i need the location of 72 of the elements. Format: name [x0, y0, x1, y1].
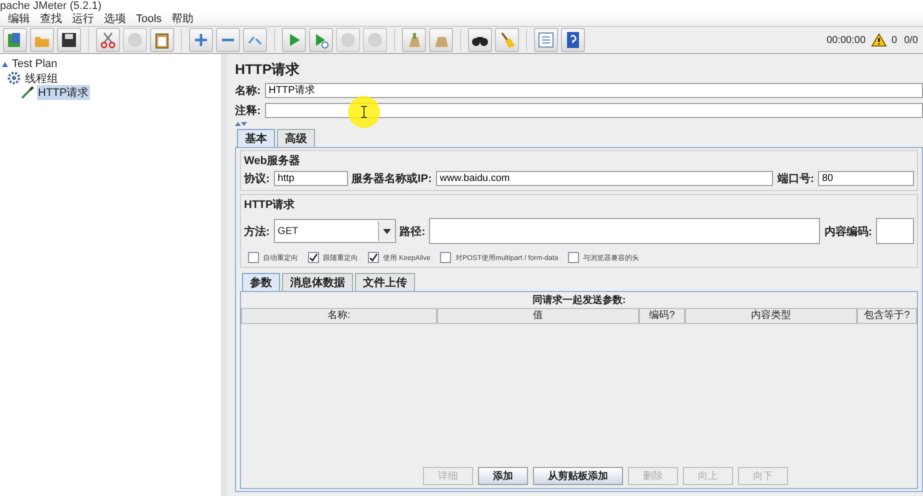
menu-item[interactable]: 编辑: [8, 13, 30, 26]
field-label: 路径:: [400, 224, 426, 238]
tree-expander-icon[interactable]: [2, 61, 8, 67]
field-label: 注释:: [235, 104, 261, 118]
gear-icon: [7, 71, 21, 85]
toolbar-button[interactable]: [150, 28, 174, 52]
checkbox[interactable]: [308, 252, 319, 263]
protocol-field[interactable]: http: [274, 170, 348, 186]
menu-item[interactable]: 运行: [72, 13, 94, 26]
help-icon: [564, 31, 582, 49]
panel-title: HTTP请求: [235, 60, 301, 79]
toolbar-button[interactable]: [468, 28, 492, 52]
column-header[interactable]: 值: [437, 308, 639, 324]
scissors-icon: [99, 31, 117, 49]
action-button[interactable]: 从剪贴板添加: [533, 467, 623, 485]
caret-icon: [382, 228, 391, 234]
group-title: Web服务器: [244, 154, 302, 168]
menu-item[interactable]: Tools: [136, 13, 162, 26]
tab[interactable]: 参数: [242, 273, 280, 291]
checkbox[interactable]: [248, 252, 259, 263]
list-icon: [537, 31, 555, 49]
stop-icon: [339, 31, 357, 49]
field-label: 名称:: [235, 84, 261, 98]
checkbox[interactable]: [440, 252, 452, 263]
group-title: HTTP请求: [244, 198, 296, 212]
check-icon: [369, 253, 378, 262]
elapsed-time: 00:00:00: [826, 34, 866, 46]
clipboard-icon: [153, 31, 171, 49]
check-icon: [309, 253, 318, 262]
tree-item[interactable]: Test Plan: [11, 58, 58, 70]
window-title: pache JMeter (5.2.1): [0, 0, 102, 13]
name-field[interactable]: HTTP请求: [264, 82, 923, 98]
menu-item[interactable]: 查找: [40, 13, 62, 26]
action-button[interactable]: 添加: [478, 467, 528, 485]
field-label: 服务器名称或IP:: [352, 172, 432, 186]
tab[interactable]: 高级: [277, 129, 315, 147]
tab[interactable]: 消息体数据: [282, 273, 353, 291]
field-label: 端口号:: [777, 172, 814, 186]
save-icon: [60, 31, 78, 49]
field-label: 协议:: [244, 172, 270, 186]
text-cursor-icon: [361, 106, 367, 118]
thread-count: 0/0: [904, 34, 918, 46]
tree-item[interactable]: HTTP请求: [37, 84, 90, 100]
column-header[interactable]: 包含等于?: [857, 308, 917, 324]
warning-icon[interactable]: [870, 33, 887, 47]
column-header[interactable]: 内容类型: [685, 308, 857, 324]
tree-item[interactable]: 线程组: [24, 70, 59, 86]
plus-icon: [192, 31, 210, 49]
checkbox[interactable]: [568, 252, 580, 263]
column-header[interactable]: 名称:: [241, 308, 437, 324]
column-header[interactable]: 编码?: [639, 308, 685, 324]
field-label: 方法:: [244, 224, 270, 238]
stop-icon: [366, 31, 384, 49]
tab[interactable]: 基本: [237, 129, 275, 147]
path-field[interactable]: [429, 218, 820, 244]
toolbar-button[interactable]: [561, 28, 585, 52]
method-dropdown[interactable]: GET: [274, 219, 396, 243]
minus-icon: [219, 38, 237, 42]
server-field[interactable]: www.baidu.com: [436, 170, 774, 186]
port-field[interactable]: 80: [818, 170, 914, 186]
field-label: 内容编码:: [824, 224, 872, 238]
menu-item[interactable]: 帮助: [172, 13, 194, 26]
comment-field[interactable]: [264, 102, 923, 118]
table-title: 同请求一起发送参数:: [531, 294, 627, 308]
tab[interactable]: 文件上传: [355, 273, 415, 291]
warning-count: 0: [892, 34, 898, 46]
encoding-field[interactable]: [876, 218, 914, 244]
checkbox[interactable]: [368, 252, 379, 263]
toolbar-button[interactable]: [57, 28, 81, 52]
pipette-icon: [20, 85, 34, 99]
menu-item[interactable]: 选项: [104, 13, 126, 26]
splitter-arrows-icon[interactable]: [235, 121, 247, 127]
